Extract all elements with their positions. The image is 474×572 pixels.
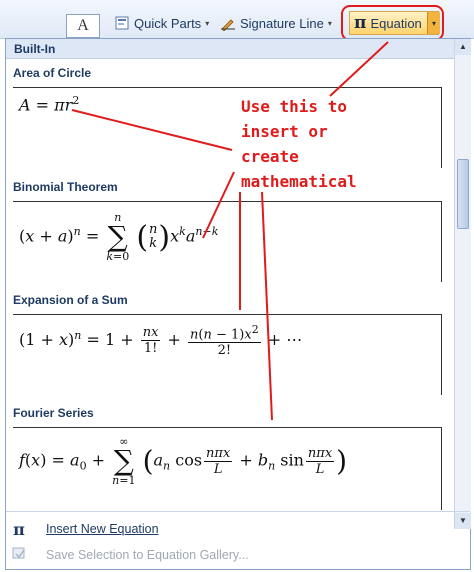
quick-parts-button[interactable]: Quick Parts ▾ (114, 12, 209, 34)
section-title-binomial-theorem: Binomial Theorem (13, 180, 118, 194)
annotation-line: insert or (241, 122, 328, 141)
menu-divider (6, 511, 470, 512)
equation-item-fourier-series[interactable]: f(x) = a0 + ∞ ∑ n=1 (an cos nπx L + bn sin nπ… (13, 427, 442, 510)
text-box-button[interactable]: A (66, 14, 100, 38)
equation-expansion-of-a-sum: (1 + x)n = 1 + nx 1! + n(n − 1)x2 2! + ⋯ (19, 323, 303, 359)
annotation-line: create (241, 147, 299, 166)
section-title-fourier-series: Fourier Series (13, 406, 94, 420)
text-box-icon: A (77, 17, 89, 34)
equation-item-binomial-theorem[interactable]: (x + a)n = n ∑ k=0 (n k)xkan−k (13, 201, 442, 282)
section-title-area-of-circle: Area of Circle (13, 66, 92, 80)
annotation-line: Use this to (241, 97, 347, 116)
equation-highlight-ring (341, 5, 444, 41)
quick-parts-label: Quick Parts (134, 15, 202, 31)
section-title-expansion-of-a-sum: Expansion of a Sum (13, 293, 128, 307)
save-selection-label: Save Selection to Equation Gallery... (46, 548, 249, 562)
quick-parts-icon (115, 16, 129, 30)
equation-fourier-series: f(x) = a0 + ∞ ∑ n=1 (an cos nπx L + bn sin nπ… (19, 435, 348, 487)
save-selection-to-gallery-item[interactable]: Save Selection to Equation Gallery... (6, 543, 470, 567)
annotation-line: mathematical (241, 172, 357, 191)
chevron-down-icon: ▾ (205, 18, 210, 28)
scroll-up-arrow-icon[interactable]: ▲ (455, 39, 471, 55)
equation-item-expansion-of-a-sum[interactable]: (1 + x)n = 1 + nx 1! + n(n − 1)x2 2! + ⋯ (13, 314, 442, 395)
gallery-scrollbar[interactable]: ▲ ▼ (454, 39, 471, 529)
equation-area-of-circle: A = πr2 (19, 94, 80, 115)
signature-line-button[interactable]: Signature Line ▾ (220, 12, 332, 34)
scroll-thumb[interactable] (457, 159, 469, 229)
save-to-gallery-icon (6, 545, 32, 565)
insert-new-equation-item[interactable]: π Insert New Equation (6, 517, 470, 541)
signature-line-label: Signature Line (240, 15, 324, 31)
ribbon-toolbar: A Quick Parts ▾ Signature Line ▾ π Equat… (0, 0, 474, 41)
gallery-header: Built-In (6, 39, 454, 59)
insert-new-equation-label: Insert New Equation (46, 522, 159, 536)
signature-pen-icon (221, 19, 235, 31)
equation-binomial-theorem: (x + a)n = n ∑ k=0 (n k)xkan−k (19, 211, 219, 263)
pi-icon: π (13, 519, 25, 539)
chevron-down-icon: ▾ (327, 18, 332, 28)
annotation-callout: Use this to insert or create mathematica… (237, 94, 361, 194)
equation-item-area-of-circle[interactable]: A = πr2 (13, 87, 442, 168)
